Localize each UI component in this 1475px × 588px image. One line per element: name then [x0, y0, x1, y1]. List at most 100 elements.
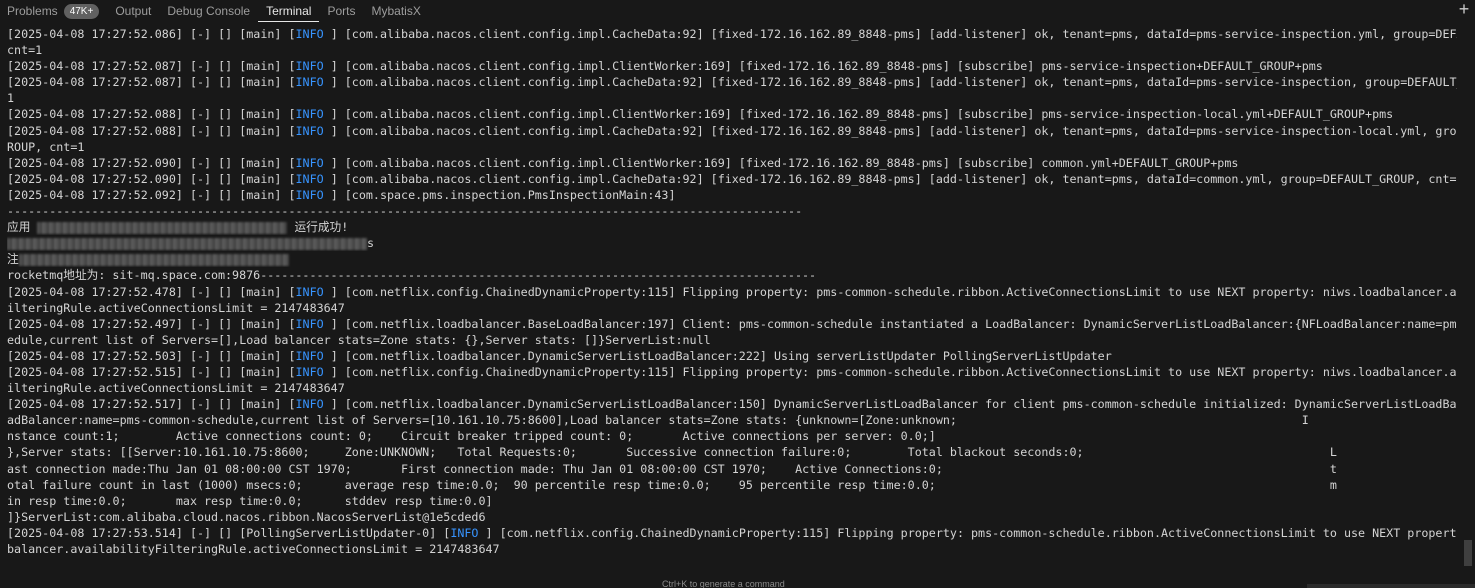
tab-terminal[interactable]: Terminal — [258, 0, 320, 22]
terminal-line: [2025-04-08 17:27:52.503] [-] [] [main] … — [7, 348, 1457, 364]
log-text: [2025-04-08 17:27:52.088] [-] [] [main] … — [7, 107, 296, 122]
terminal-line: ----------------------------------------… — [7, 203, 1457, 219]
tab-output[interactable]: Output — [107, 0, 159, 22]
log-text: cnt=1 — [7, 43, 43, 58]
log-text: ] [com.alibaba.nacos.client.config.impl.… — [330, 75, 1457, 90]
log-text: [2025-04-08 17:27:52.517] [-] [] [main] … — [7, 397, 296, 412]
log-text: ----------------------------------------… — [7, 204, 803, 219]
log-text: ] [com.netflix.config.ChainedDynamicProp… — [485, 525, 1458, 540]
tab-debug-console[interactable]: Debug Console — [159, 0, 258, 22]
terminal-line: [2025-04-08 17:27:52.497] [-] [] [main] … — [7, 316, 1457, 332]
tab-label: Ports — [327, 4, 356, 18]
log-text: 1 — [7, 91, 15, 106]
log-level-info: INFO — [295, 75, 331, 90]
log-text: ] [com.netflix.config.ChainedDynamicProp… — [330, 284, 1457, 299]
redacted-text — [18, 253, 289, 266]
terminal-line: otal failure count in last (1000) msecs:… — [7, 477, 1457, 493]
log-text: edule,current list of Servers=[],Load ba… — [7, 332, 711, 347]
log-text: adBalancer:name=pms-common-schedule,curr… — [7, 413, 1309, 428]
log-text: ] [com.alibaba.nacos.client.config.impl.… — [330, 171, 1457, 186]
log-level-info: INFO — [295, 59, 331, 74]
terminal-line: edule,current list of Servers=[],Load ba… — [7, 332, 1457, 348]
log-text: [2025-04-08 17:27:52.087] [-] [] [main] … — [7, 59, 296, 74]
terminal-line: cnt=1 — [7, 42, 1457, 58]
terminal-line: 1 — [7, 90, 1457, 106]
terminal-line: in resp time:0.0; max resp time:0.0; std… — [7, 493, 1457, 509]
log-text: ] [com.netflix.loadbalancer.BaseLoadBala… — [330, 316, 1457, 331]
log-level-info: INFO — [295, 27, 331, 41]
log-text: nstance count:1; Active connections coun… — [7, 429, 936, 444]
log-text: ilteringRule.activeConnectionsLimit = 21… — [7, 300, 345, 315]
log-text: [2025-04-08 17:27:52.515] [-] [] [main] … — [7, 364, 296, 379]
log-text: 应用 — [7, 220, 38, 235]
terminal-scrollbar[interactable] — [1463, 24, 1473, 572]
log-text: [2025-04-08 17:27:52.087] [-] [] [main] … — [7, 75, 296, 90]
log-level-info: INFO — [295, 397, 331, 412]
terminal-line: },Server stats: [[Server:10.161.10.75:86… — [7, 444, 1457, 460]
tab-label: Output — [115, 4, 152, 18]
log-text: ] [com.netflix.loadbalancer.DynamicServe… — [330, 348, 1112, 363]
log-text: ast connection made:Thu Jan 01 08:00:00 … — [7, 461, 1337, 476]
terminal-output[interactable]: [2025-04-08 17:27:52.086] [-] [] [main] … — [7, 26, 1457, 568]
log-text: [2025-04-08 17:27:53.514] [-] [] [Pollin… — [7, 525, 451, 540]
log-text: [2025-04-08 17:27:52.090] [-] [] [main] … — [7, 155, 296, 170]
tab-mybatisx[interactable]: MybatisX — [363, 0, 428, 22]
terminal-line: ilteringRule.activeConnectionsLimit = 21… — [7, 380, 1457, 396]
log-level-info: INFO — [295, 107, 331, 122]
log-text: [2025-04-08 17:27:52.092] [-] [] [main] … — [7, 187, 296, 202]
log-level-info: INFO — [295, 316, 331, 331]
terminal-line: ast connection made:Thu Jan 01 08:00:00 … — [7, 461, 1457, 477]
log-level-info: INFO — [295, 123, 331, 138]
terminal-line: [2025-04-08 17:27:52.087] [-] [] [main] … — [7, 58, 1457, 74]
log-level-info: INFO — [295, 171, 331, 186]
log-text: [2025-04-08 17:27:52.497] [-] [] [main] … — [7, 316, 296, 331]
log-text: 运行成功! — [287, 220, 349, 235]
log-text: ] [com.alibaba.nacos.client.config.impl.… — [330, 107, 1394, 122]
log-text: ] [com.alibaba.nacos.client.config.impl.… — [330, 123, 1457, 138]
log-level-info: INFO — [295, 155, 331, 170]
log-text: ] [com.space.pms.inspection.PmsInspectio… — [330, 187, 676, 202]
log-level-info: INFO — [295, 187, 331, 202]
log-text: ] [com.alibaba.nacos.client.config.impl.… — [330, 27, 1457, 41]
terminal-line: [2025-04-08 17:27:52.515] [-] [] [main] … — [7, 364, 1457, 380]
terminal-line: [2025-04-08 17:27:52.517] [-] [] [main] … — [7, 396, 1457, 412]
log-text: ilteringRule.activeConnectionsLimit = 21… — [7, 381, 345, 396]
terminal-line: nstance count:1; Active connections coun… — [7, 428, 1457, 444]
terminal-line: 注 — [7, 251, 1457, 267]
terminal-line: [2025-04-08 17:27:53.514] [-] [] [Pollin… — [7, 525, 1457, 541]
tab-label: Debug Console — [167, 4, 251, 18]
log-level-info: INFO — [295, 364, 331, 379]
plus-icon[interactable]: + — [1457, 0, 1471, 18]
terminal-line: ilteringRule.activeConnectionsLimit = 21… — [7, 300, 1457, 316]
terminal-line: balancer.availabilityFilteringRule.activ… — [7, 541, 1457, 557]
log-text: [2025-04-08 17:27:52.090] [-] [] [main] … — [7, 171, 296, 186]
terminal-line: ]}ServerList:com.alibaba.cloud.nacos.rib… — [7, 509, 1457, 525]
log-text: },Server stats: [[Server:10.161.10.75:86… — [7, 445, 1337, 460]
log-text: 注 — [7, 252, 19, 267]
terminal-line: s — [7, 235, 1457, 251]
terminal-panel: Problems 47K+ Output Debug Console Termi… — [0, 0, 1475, 588]
generate-command-hint: Ctrl+K to generate a command — [662, 579, 785, 588]
log-text: ROUP, cnt=1 — [7, 139, 85, 154]
terminal-line: [2025-04-08 17:27:52.087] [-] [] [main] … — [7, 74, 1457, 90]
log-text: [2025-04-08 17:27:52.088] [-] [] [main] … — [7, 123, 296, 138]
log-level-info: INFO — [295, 348, 331, 363]
terminal-line: [2025-04-08 17:27:52.090] [-] [] [main] … — [7, 171, 1457, 187]
terminal-line: 应用 运行成功! — [7, 219, 1457, 235]
log-text: ] [com.netflix.loadbalancer.DynamicServe… — [330, 397, 1457, 412]
tab-problems[interactable]: Problems 47K+ — [0, 0, 107, 22]
panel-tab-bar: Problems 47K+ Output Debug Console Termi… — [0, 0, 1475, 22]
terminal-line: [2025-04-08 17:27:52.092] [-] [] [main] … — [7, 187, 1457, 203]
redacted-text — [7, 237, 367, 250]
scrollbar-thumb[interactable] — [1464, 540, 1472, 566]
log-text: ] [com.netflix.config.ChainedDynamicProp… — [330, 364, 1457, 379]
log-text: balancer.availabilityFilteringRule.activ… — [7, 542, 500, 556]
terminal-line: rocketmq地址为: sit-mq.space.com:9876------… — [7, 267, 1457, 283]
problems-count-badge: 47K+ — [63, 3, 100, 19]
terminal-line: [2025-04-08 17:27:52.090] [-] [] [main] … — [7, 155, 1457, 171]
tab-ports[interactable]: Ports — [319, 0, 363, 22]
terminal-line: adBalancer:name=pms-common-schedule,curr… — [7, 412, 1457, 428]
terminal-line: [2025-04-08 17:27:52.478] [-] [] [main] … — [7, 284, 1457, 300]
log-text: otal failure count in last (1000) msecs:… — [7, 477, 1337, 492]
terminal-line: [2025-04-08 17:27:52.088] [-] [] [main] … — [7, 106, 1457, 122]
